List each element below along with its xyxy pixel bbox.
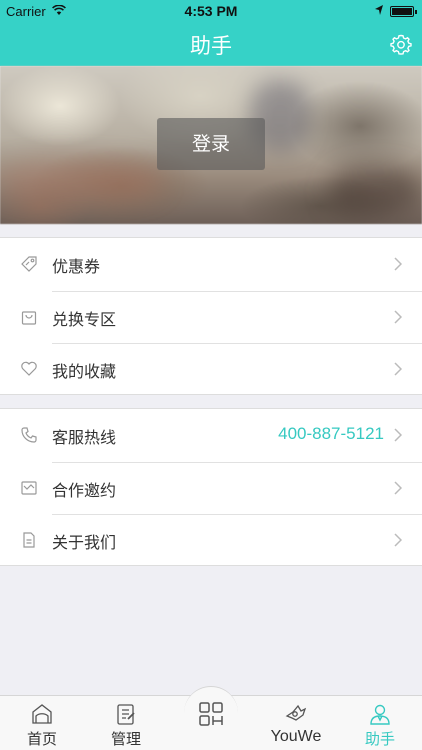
menu-item-label: 关于我们 <box>52 533 117 553</box>
menu-item-exchange[interactable]: 兑换专区 <box>0 290 422 344</box>
menu-item-label: 兑换专区 <box>52 309 117 329</box>
menu-item-favorites[interactable]: 我的收藏 <box>0 343 422 396</box>
chevron-right-icon <box>394 257 402 271</box>
assistant-icon <box>370 704 390 725</box>
menu-item-hotline[interactable]: 客服热线 400-887-5121 <box>0 409 422 462</box>
heart-icon <box>21 361 37 377</box>
menu-item-label: 我的收藏 <box>52 362 117 382</box>
clock: 4:53 PM <box>184 3 238 19</box>
youwe-icon <box>285 704 307 721</box>
tab-manage[interactable]: 管理 <box>84 696 168 750</box>
tab-label: 首页 <box>26 730 57 748</box>
status-bar: Carrier 4:53 PM <box>0 0 422 22</box>
chevron-right-icon <box>394 533 402 547</box>
tab-home[interactable]: 首页 <box>0 696 84 750</box>
menu-item-label: 合作邀约 <box>52 480 117 500</box>
tab-youwe[interactable]: YouWe <box>254 696 338 750</box>
menu-item-cooperation[interactable]: 合作邀约 <box>0 461 422 515</box>
envelope-icon <box>21 480 37 495</box>
tab-assistant[interactable]: 助手 <box>338 696 422 750</box>
document-icon <box>23 532 35 548</box>
chevron-right-icon <box>394 362 402 376</box>
shopping-bag-icon <box>21 310 37 325</box>
phone-icon <box>21 427 37 443</box>
login-button[interactable]: 登录 <box>157 118 265 170</box>
chevron-right-icon <box>394 310 402 324</box>
hotline-number[interactable]: 400-887-5121 <box>278 424 384 444</box>
menu-item-about[interactable]: 关于我们 <box>0 514 422 567</box>
menu-item-label: 客服热线 <box>52 428 117 447</box>
clipboard-icon <box>117 704 135 725</box>
nav-bar: 助手 <box>0 22 422 66</box>
gear-icon[interactable] <box>390 33 412 55</box>
home-icon <box>32 704 52 724</box>
menu-group-account: 优惠券 兑换专区 我的收藏 <box>0 237 422 395</box>
location-arrow-icon <box>375 5 383 15</box>
menu-group-info: 客服热线 400-887-5121 合作邀约 关于我们 <box>0 408 422 566</box>
coupon-icon <box>21 256 37 272</box>
tab-label: YouWe <box>270 728 322 745</box>
tab-label: 助手 <box>364 730 395 748</box>
chevron-right-icon <box>394 428 402 442</box>
page-title: 助手 <box>190 34 232 58</box>
menu-item-label: 优惠券 <box>52 257 101 276</box>
menu-item-coupons[interactable]: 优惠券 <box>0 238 422 291</box>
battery-icon <box>390 6 417 17</box>
chevron-right-icon <box>394 481 402 495</box>
qr-scan-icon[interactable] <box>197 700 225 728</box>
tab-label: 管理 <box>110 730 141 748</box>
